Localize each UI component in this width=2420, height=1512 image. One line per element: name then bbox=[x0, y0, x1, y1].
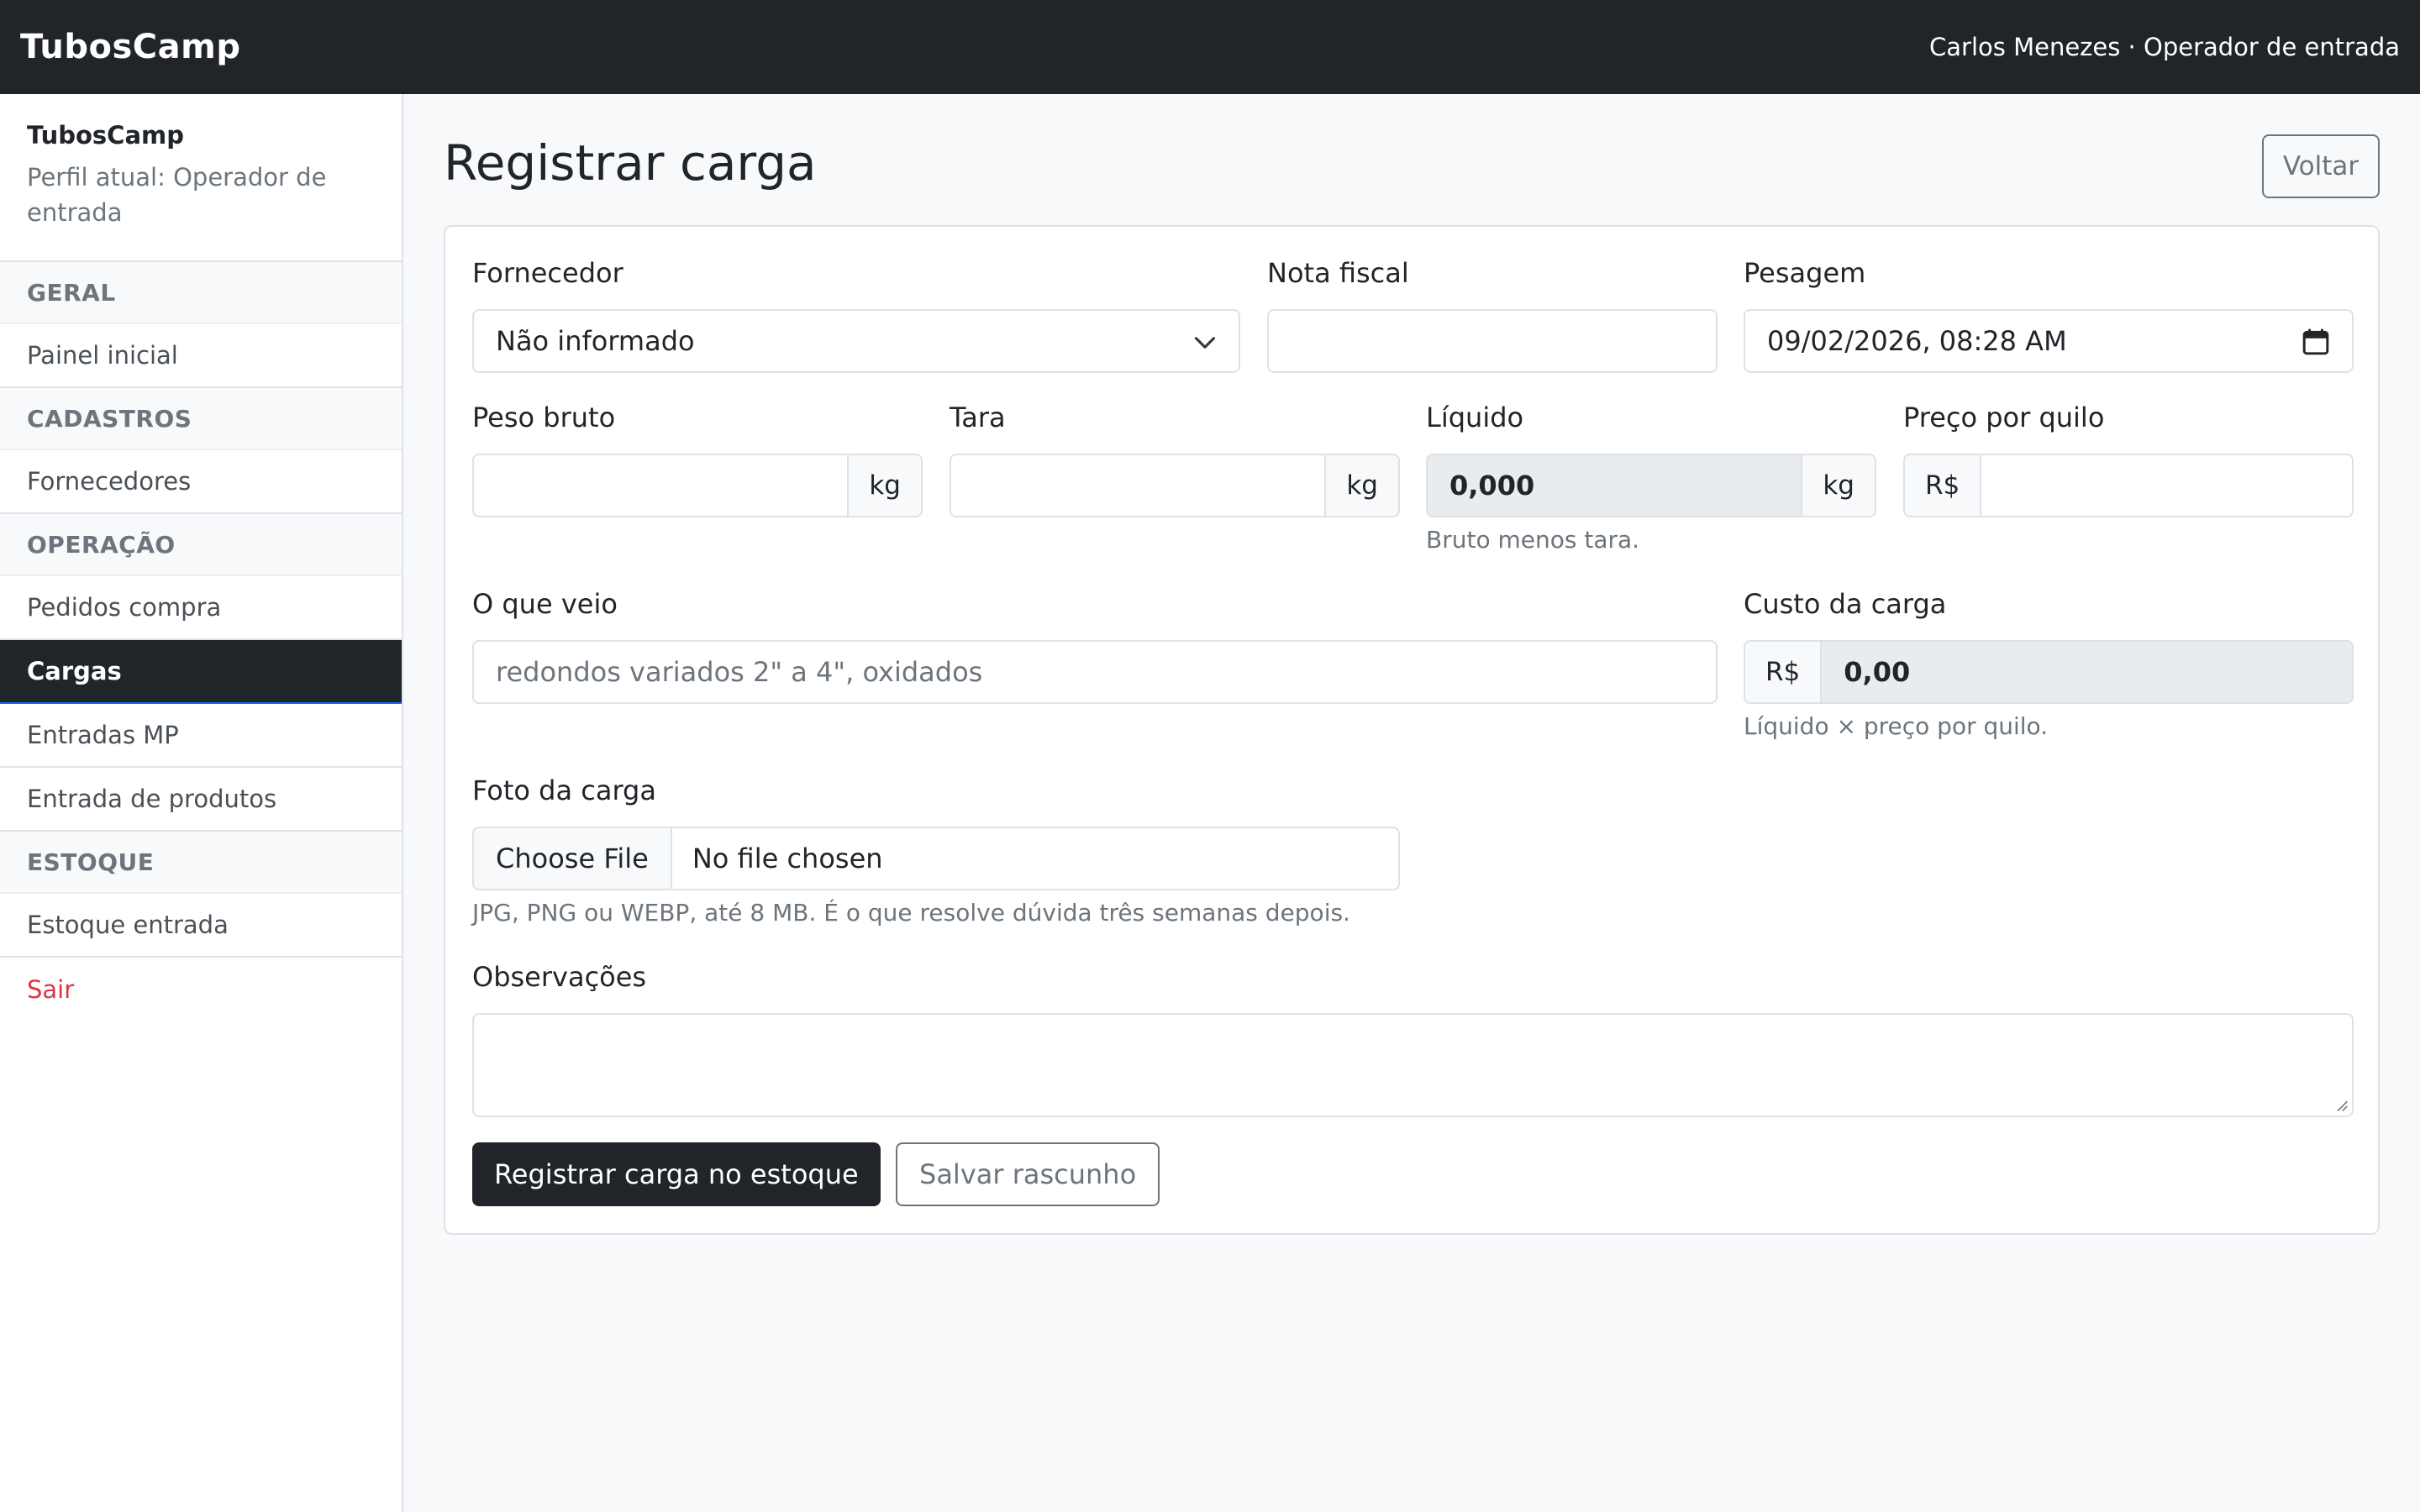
custo-carga-help: Líquido × preço por quilo. bbox=[1744, 712, 2049, 740]
calendar-icon[interactable] bbox=[2302, 328, 2330, 356]
register-load-button[interactable]: Registrar carga no estoque bbox=[472, 1142, 881, 1206]
foto-label: Foto da carga bbox=[472, 774, 656, 806]
preco-quilo-group: R$ bbox=[1903, 454, 2354, 517]
tara-unit: kg bbox=[1326, 454, 1400, 517]
nota-fiscal-input[interactable] bbox=[1267, 309, 1718, 373]
tara-group: kg bbox=[950, 454, 1400, 517]
liquido-help: Bruto menos tara. bbox=[1426, 526, 1640, 554]
pesagem-value: 09/02/2026, 08:28 AM bbox=[1767, 325, 2067, 357]
page-title: Registrar carga bbox=[444, 134, 817, 192]
fornecedor-label: Fornecedor bbox=[472, 257, 623, 289]
peso-bruto-label: Peso bruto bbox=[472, 402, 616, 433]
peso-bruto-input[interactable] bbox=[472, 454, 850, 517]
fornecedor-select[interactable]: Não informado bbox=[472, 309, 1240, 373]
choose-file-button[interactable]: Choose File bbox=[474, 828, 672, 889]
save-draft-button[interactable]: Salvar rascunho bbox=[896, 1142, 1160, 1206]
sidebar-brand: TubosCamp bbox=[27, 121, 185, 150]
sidebar-item-entrada-produtos[interactable]: Entrada de produtos bbox=[0, 768, 402, 832]
preco-quilo-input[interactable] bbox=[1980, 454, 2354, 517]
peso-bruto-unit: kg bbox=[849, 454, 923, 517]
sidebar-section-estoque: ESTOQUE bbox=[0, 832, 402, 894]
custo-carga-input: 0,00 bbox=[1820, 640, 2354, 704]
observacoes-textarea[interactable] bbox=[472, 1013, 2354, 1117]
tara-input[interactable] bbox=[950, 454, 1327, 517]
sidebar-item-cargas[interactable]: Cargas bbox=[0, 640, 402, 704]
fornecedor-select-value: Não informado bbox=[496, 325, 695, 357]
liquido-unit: kg bbox=[1802, 454, 1876, 517]
sidebar-section-geral: GERAL bbox=[0, 262, 402, 324]
form-card: Fornecedor Não informado Nota fiscal Pes… bbox=[444, 225, 2380, 1235]
sidebar-header: TubosCamp Perfil atual: Operador de entr… bbox=[0, 94, 402, 262]
sidebar-item-painel-inicial[interactable]: Painel inicial bbox=[0, 324, 402, 388]
tara-label: Tara bbox=[950, 402, 1006, 433]
navbar-user-info: Carlos Menezes · Operador de entrada bbox=[1929, 33, 2400, 61]
foto-file-input[interactable]: Choose File No file chosen bbox=[472, 827, 1400, 890]
nota-fiscal-label: Nota fiscal bbox=[1267, 257, 1409, 289]
observacoes-label: Observações bbox=[472, 961, 647, 993]
o-que-veio-label: O que veio bbox=[472, 588, 618, 620]
foto-help: JPG, PNG ou WEBP, até 8 MB. É o que reso… bbox=[472, 899, 1350, 927]
custo-carga-label: Custo da carga bbox=[1744, 588, 1947, 620]
sidebar-section-operacao: OPERAÇÃO bbox=[0, 514, 402, 576]
peso-bruto-group: kg bbox=[472, 454, 923, 517]
liquido-group: 0,000 kg bbox=[1426, 454, 1876, 517]
file-status: No file chosen bbox=[692, 843, 883, 874]
preco-quilo-prefix: R$ bbox=[1903, 454, 1981, 517]
chevron-down-icon bbox=[1194, 337, 1216, 349]
liquido-label: Líquido bbox=[1426, 402, 1524, 433]
sidebar-item-fornecedores[interactable]: Fornecedores bbox=[0, 450, 402, 514]
sidebar-item-sair[interactable]: Sair bbox=[0, 958, 402, 1021]
custo-carga-prefix: R$ bbox=[1744, 640, 1821, 704]
preco-quilo-label: Preço por quilo bbox=[1903, 402, 2105, 433]
top-navbar: TubosCamp Carlos Menezes · Operador de e… bbox=[0, 0, 2420, 94]
back-button[interactable]: Voltar bbox=[2262, 134, 2380, 198]
pesagem-label: Pesagem bbox=[1744, 257, 1866, 289]
sidebar-profile: Perfil atual: Operador de entrada bbox=[27, 163, 327, 227]
sidebar-item-pedidos-compra[interactable]: Pedidos compra bbox=[0, 576, 402, 640]
sidebar-item-estoque-entrada[interactable]: Estoque entrada bbox=[0, 894, 402, 958]
custo-carga-group: R$ 0,00 bbox=[1744, 640, 2354, 704]
resize-handle-icon[interactable] bbox=[2335, 1099, 2349, 1112]
o-que-veio-input[interactable]: redondos variados 2" a 4", oxidados bbox=[472, 640, 1718, 704]
pesagem-datetime-input[interactable]: 09/02/2026, 08:28 AM bbox=[1744, 309, 2354, 373]
sidebar-section-cadastros: CADASTROS bbox=[0, 388, 402, 450]
sidebar: TubosCamp Perfil atual: Operador de entr… bbox=[0, 94, 403, 1512]
liquido-input: 0,000 bbox=[1426, 454, 1803, 517]
sidebar-item-entradas-mp[interactable]: Entradas MP bbox=[0, 704, 402, 768]
navbar-brand[interactable]: TubosCamp bbox=[20, 28, 240, 66]
